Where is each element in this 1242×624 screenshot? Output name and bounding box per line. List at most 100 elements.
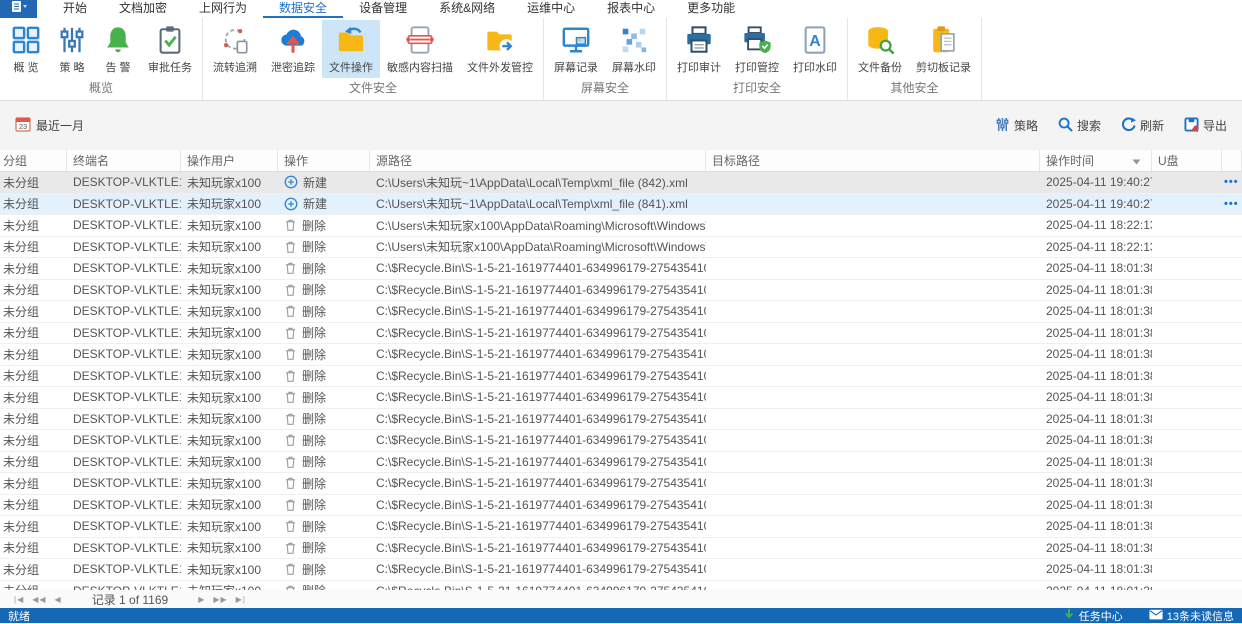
ribbon-item-doc-a[interactable]: A 打印水印 [786, 20, 844, 78]
next-page-button[interactable]: ▶ [198, 595, 205, 604]
menu-tab-7[interactable]: 报表中心 [591, 0, 671, 18]
menu-tab-2[interactable]: 上网行为 [183, 0, 263, 18]
cell-1: DESKTOP-VLKTLE1 [73, 304, 181, 319]
column-header-0[interactable]: 分组 [0, 150, 67, 171]
table-row[interactable]: 未分组DESKTOP-VLKTLE1未知玩家x100删除C:\$Recycle.… [0, 451, 1242, 473]
menu-tab-5[interactable]: 系统&网络 [423, 0, 511, 18]
cell-1: DESKTOP-VLKTLE1 [73, 497, 181, 512]
table-row[interactable]: 未分组DESKTOP-VLKTLE1未知玩家x100删除C:\$Recycle.… [0, 301, 1242, 323]
cell-0: 未分组 [3, 326, 40, 341]
ribbon-item-sliders[interactable]: 策 略 [49, 20, 95, 78]
ribbon-item-label: 审批任务 [148, 62, 192, 74]
table-row[interactable]: 未分组 DESKTOP-VLKTLE1 未知玩家x100 新建 C:\Users\未知玩… [0, 172, 1242, 194]
ribbon-item-clipboard-check[interactable]: 审批任务 [141, 20, 199, 78]
ribbon-item-label: 文件操作 [329, 62, 373, 74]
cell-5 [706, 344, 1040, 365]
ribbon-item-monitor[interactable]: 屏幕记录 [547, 20, 605, 78]
row-more-actions-button[interactable]: ••• [1224, 198, 1239, 210]
search-button[interactable]: 搜索 [1058, 117, 1101, 135]
menu-tab-6[interactable]: 运维中心 [511, 0, 591, 18]
table-row[interactable]: 未分组DESKTOP-VLKTLE1未知玩家x100删除C:\$Recycle.… [0, 473, 1242, 495]
refresh-button[interactable]: 刷新 [1121, 116, 1164, 135]
cell-7 [1152, 581, 1222, 591]
trash-icon [284, 562, 297, 576]
table-row[interactable]: 未分组 DESKTOP-VLKTLE1 未知玩家x100 删除 C:\Users\未知玩… [0, 236, 1242, 258]
operation-label: 删除 [302, 283, 327, 298]
unread-messages-button[interactable]: 13条未读信息 [1149, 608, 1234, 624]
ribbon: 概 览策 略告 警审批任务 概览 流转追溯 泄密追踪 文件操作 敏感内容扫描 文件外发管控文… [0, 18, 1242, 101]
app-menu-button[interactable] [0, 0, 37, 18]
cell-0: 未分组 [3, 347, 40, 362]
ribbon-item-printer-shield[interactable]: 打印管控 [728, 20, 786, 78]
trash-icon [284, 261, 297, 275]
last-page-button[interactable]: ▶| [236, 595, 246, 604]
fast-prev-button[interactable]: ◀◀ [32, 595, 46, 604]
ribbon-item-cloud-track[interactable]: 泄密追踪 [264, 20, 322, 78]
date-range-filter[interactable]: 23 最近一月 [15, 116, 84, 135]
column-header-6[interactable]: 操作时间 [1040, 150, 1152, 171]
menu-tab-1[interactable]: 文档加密 [103, 0, 183, 18]
table-row[interactable]: 未分组DESKTOP-VLKTLE1未知玩家x100删除C:\$Recycle.… [0, 559, 1242, 581]
refresh-icon [1121, 116, 1136, 135]
table-row[interactable]: 未分组DESKTOP-VLKTLE1未知玩家x100删除C:\$Recycle.… [0, 344, 1242, 366]
ribbon-item-bell[interactable]: 告 警 [95, 20, 141, 78]
column-header-2[interactable]: 操作用户 [181, 150, 278, 171]
trash-icon [284, 541, 297, 555]
table-row[interactable]: 未分组DESKTOP-VLKTLE1未知玩家x100删除C:\$Recycle.… [0, 580, 1242, 591]
policy-button[interactable]: 策略 [995, 117, 1038, 135]
column-header-3[interactable]: 操作 [278, 150, 370, 171]
ribbon-item-printer[interactable]: 打印审计 [670, 20, 728, 78]
ribbon-item-clipboard-doc[interactable]: 剪切板记录 [909, 20, 978, 78]
cell-2: 未知玩家x100 [187, 326, 262, 341]
table-row[interactable]: 未分组DESKTOP-VLKTLE1未知玩家x100删除C:\$Recycle.… [0, 408, 1242, 430]
ribbon-item-db-search[interactable]: 文件备份 [851, 20, 909, 78]
column-header-4[interactable]: 源路径 [370, 150, 706, 171]
column-header-label: 操作时间 [1046, 154, 1095, 168]
table-row[interactable]: 未分组DESKTOP-VLKTLE1未知玩家x100删除C:\$Recycle.… [0, 430, 1242, 452]
first-page-button[interactable]: |◀ [14, 595, 24, 604]
menu-tab-8[interactable]: 更多功能 [671, 0, 751, 18]
ribbon-item-folder-out[interactable]: 文件外发管控 [460, 20, 540, 78]
ribbon-item-grid[interactable]: 概 览 [3, 20, 49, 78]
column-header-8[interactable] [1222, 150, 1242, 171]
column-header-7[interactable]: U盘 [1152, 150, 1222, 171]
trace-cycle-icon [219, 24, 251, 56]
table-row[interactable]: 未分组 DESKTOP-VLKTLE1 未知玩家x100 新建 C:\Users\未知玩… [0, 193, 1242, 215]
table-row[interactable]: 未分组DESKTOP-VLKTLE1未知玩家x100删除C:\$Recycle.… [0, 279, 1242, 301]
cell-6: 2025-04-11 18:01:38 [1046, 540, 1152, 555]
cell-3: 删除 [278, 538, 370, 559]
cell-1: DESKTOP-VLKTLE1 [73, 540, 181, 555]
cell-3: 删除 [278, 581, 370, 590]
column-header-5[interactable]: 目标路径 [706, 150, 1040, 171]
table-row[interactable]: 未分组DESKTOP-VLKTLE1未知玩家x100删除C:\$Recycle.… [0, 365, 1242, 387]
fast-next-button[interactable]: ▶▶ [213, 595, 227, 604]
prev-page-button[interactable]: ◀ [55, 595, 62, 604]
ribbon-item-doc-scan[interactable]: 敏感内容扫描 [380, 20, 460, 78]
table-row[interactable]: 未分组 DESKTOP-VLKTLE1 未知玩家x100 删除 C:\Users\未知玩… [0, 215, 1242, 237]
sliders-icon [56, 24, 88, 56]
cell-3: 删除 [278, 280, 370, 301]
table-row[interactable]: 未分组DESKTOP-VLKTLE1未知玩家x100删除C:\$Recycle.… [0, 322, 1242, 344]
cell-5 [706, 172, 1040, 193]
ribbon-item-trace-cycle[interactable]: 流转追溯 [206, 20, 264, 78]
ribbon-item-folder-back[interactable]: 文件操作 [322, 20, 380, 78]
table-row[interactable]: 未分组DESKTOP-VLKTLE1未知玩家x100删除C:\$Recycle.… [0, 516, 1242, 538]
table-row[interactable]: 未分组DESKTOP-VLKTLE1未知玩家x100删除C:\$Recycle.… [0, 494, 1242, 516]
filter-caret-down-icon[interactable] [1132, 154, 1145, 168]
cell-2: 未知玩家x100 [187, 455, 262, 470]
table-row[interactable]: 未分组DESKTOP-VLKTLE1未知玩家x100删除C:\$Recycle.… [0, 258, 1242, 280]
menu-tab-0[interactable]: 开始 [47, 0, 103, 18]
menu-tab-4[interactable]: 设备管理 [343, 0, 423, 18]
cell-4: C:\$Recycle.Bin\S-1-5-21-1619774401-6349… [376, 282, 706, 297]
task-center-button[interactable]: 任务中心 [1063, 608, 1123, 624]
row-more-actions-button[interactable]: ••• [1224, 176, 1239, 188]
ribbon-item-pixel-watermark[interactable]: 屏幕水印 [605, 20, 663, 78]
table-row[interactable]: 未分组DESKTOP-VLKTLE1未知玩家x100删除C:\$Recycle.… [0, 387, 1242, 409]
ribbon-item-label: 文件外发管控 [467, 62, 533, 74]
menu-tab-3[interactable]: 数据安全 [263, 0, 344, 18]
cell-0: 未分组 [3, 218, 40, 233]
column-header-1[interactable]: 终端名 [67, 150, 181, 171]
table-row[interactable]: 未分组DESKTOP-VLKTLE1未知玩家x100删除C:\$Recycle.… [0, 537, 1242, 559]
export-button[interactable]: 导出 [1184, 116, 1227, 135]
ribbon-group-3: 打印审计 打印管控 A 打印水印 打印安全 [667, 18, 848, 100]
